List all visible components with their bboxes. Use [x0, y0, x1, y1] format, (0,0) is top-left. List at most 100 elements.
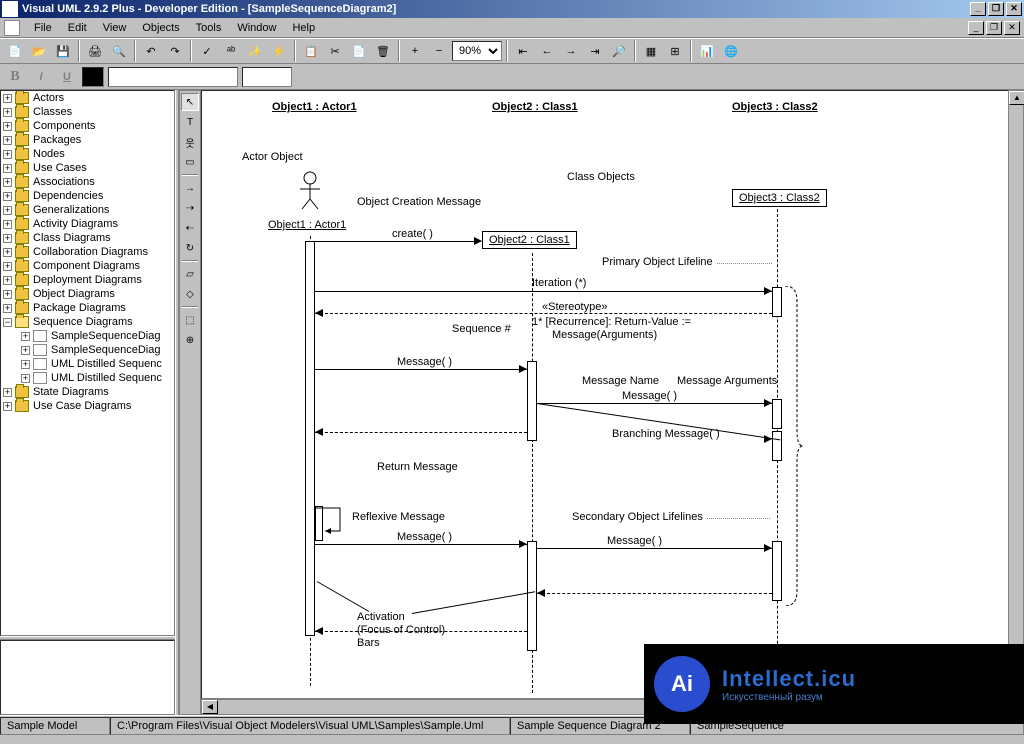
- async-message-tool[interactable]: ⇢: [181, 199, 199, 217]
- font-size-input[interactable]: [242, 67, 292, 87]
- text-tool[interactable]: T: [181, 113, 199, 131]
- message1[interactable]: [315, 369, 527, 370]
- delete-button[interactable]: 🗑: [372, 40, 394, 62]
- sync-message-tool[interactable]: →: [181, 179, 199, 197]
- chart-button[interactable]: 📊: [696, 40, 718, 62]
- tree-item[interactable]: +UML Distilled Sequenc: [19, 357, 174, 371]
- grid-button[interactable]: ⊞: [664, 40, 686, 62]
- tree-item[interactable]: +Use Cases: [1, 161, 174, 175]
- return2[interactable]: [537, 593, 772, 594]
- undo-button[interactable]: ↶: [140, 40, 162, 62]
- return-message-tool[interactable]: ⇠: [181, 219, 199, 237]
- layers-button[interactable]: ▦: [640, 40, 662, 62]
- menu-edit[interactable]: Edit: [60, 20, 95, 36]
- arrow4-button[interactable]: ⇥: [584, 40, 606, 62]
- italic-button[interactable]: I: [30, 66, 52, 88]
- activation-object3c[interactable]: [772, 431, 782, 461]
- zoom-select[interactable]: 90%: [452, 41, 502, 61]
- color-picker[interactable]: [82, 67, 104, 87]
- menu-tools[interactable]: Tools: [188, 20, 230, 36]
- activation-object2a[interactable]: [527, 361, 537, 441]
- self-message-tool[interactable]: ↻: [181, 239, 199, 257]
- tree-item[interactable]: +Deployment Diagrams: [1, 273, 174, 287]
- close-button[interactable]: ✕: [1006, 2, 1022, 16]
- diagram-canvas[interactable]: Object1 : Actor1 Object2 : Class1 Object…: [201, 90, 1024, 699]
- minus-button[interactable]: −: [428, 40, 450, 62]
- magic-button[interactable]: ⚡: [268, 40, 290, 62]
- tree-item[interactable]: +Classes: [1, 105, 174, 119]
- open-button[interactable]: 📂: [28, 40, 50, 62]
- tree-item[interactable]: +Use Case Diagrams: [1, 399, 174, 413]
- cut-button[interactable]: ✂: [324, 40, 346, 62]
- tree-item[interactable]: +Component Diagrams: [1, 259, 174, 273]
- tree-item[interactable]: −Sequence Diagrams: [1, 315, 174, 329]
- tree-item[interactable]: +Associations: [1, 175, 174, 189]
- constraint-tool[interactable]: ◇: [181, 285, 199, 303]
- reflexive-arrow[interactable]: [315, 503, 345, 543]
- font-family-input[interactable]: [108, 67, 238, 87]
- tree-item[interactable]: +Class Diagrams: [1, 231, 174, 245]
- object-tool[interactable]: ▭: [181, 153, 199, 171]
- save-button[interactable]: 💾: [52, 40, 74, 62]
- actor-icon[interactable]: [297, 171, 323, 211]
- activation-object3a[interactable]: [772, 287, 782, 317]
- paste-button[interactable]: 📄: [348, 40, 370, 62]
- scroll-left-button[interactable]: ◀: [202, 700, 218, 714]
- tree-item[interactable]: +Object Diagrams: [1, 287, 174, 301]
- tree-item[interactable]: +Activity Diagrams: [1, 217, 174, 231]
- redo-button[interactable]: ↷: [164, 40, 186, 62]
- activation-object2b[interactable]: [527, 541, 537, 651]
- copy-button[interactable]: 📋: [300, 40, 322, 62]
- tree-item[interactable]: +State Diagrams: [1, 385, 174, 399]
- tree-item[interactable]: +Packages: [1, 133, 174, 147]
- tree-item[interactable]: +SampleSequenceDiag: [19, 329, 174, 343]
- create-message[interactable]: [315, 241, 481, 242]
- arrow1-button[interactable]: ⇤: [512, 40, 534, 62]
- arrow2-button[interactable]: ←: [536, 40, 558, 62]
- vertical-scrollbar[interactable]: ▲ ▼: [1008, 90, 1024, 683]
- actor-tool[interactable]: 웃: [181, 133, 199, 151]
- pointer-tool[interactable]: ↖: [181, 93, 199, 111]
- message4[interactable]: [537, 548, 772, 549]
- tree-item[interactable]: +Dependencies: [1, 189, 174, 203]
- spell-button[interactable]: ᵃᵇ: [220, 40, 242, 62]
- menu-help[interactable]: Help: [284, 20, 323, 36]
- menu-view[interactable]: View: [95, 20, 135, 36]
- object3-box[interactable]: Object3 : Class2: [732, 189, 827, 207]
- web-button[interactable]: 🌐: [720, 40, 742, 62]
- message2[interactable]: [537, 403, 772, 404]
- iteration-return[interactable]: [315, 313, 772, 314]
- menu-window[interactable]: Window: [229, 20, 284, 36]
- tree-item[interactable]: +Components: [1, 119, 174, 133]
- minimize-button[interactable]: _: [970, 2, 986, 16]
- tree-item[interactable]: +SampleSequenceDiag: [19, 343, 174, 357]
- properties-panel[interactable]: [0, 640, 175, 715]
- package-tool[interactable]: ⬚: [181, 311, 199, 329]
- find-button[interactable]: 🔎: [608, 40, 630, 62]
- note-tool[interactable]: ▱: [181, 265, 199, 283]
- return-message[interactable]: [315, 432, 527, 433]
- menu-objects[interactable]: Objects: [134, 20, 187, 36]
- mdi-restore-button[interactable]: ❐: [986, 21, 1002, 35]
- tree-item[interactable]: +Package Diagrams: [1, 301, 174, 315]
- plus-button[interactable]: +: [404, 40, 426, 62]
- activation-object3d[interactable]: [772, 541, 782, 601]
- menu-file[interactable]: File: [26, 20, 60, 36]
- anchor-tool[interactable]: ⊕: [181, 331, 199, 349]
- tree-item[interactable]: +UML Distilled Sequenc: [19, 371, 174, 385]
- new-button[interactable]: 📄: [4, 40, 26, 62]
- bold-button[interactable]: B: [4, 66, 26, 88]
- tree-item[interactable]: +Generalizations: [1, 203, 174, 217]
- maximize-button[interactable]: ❐: [988, 2, 1004, 16]
- tree-item[interactable]: +Actors: [1, 91, 174, 105]
- underline-button[interactable]: U: [56, 66, 78, 88]
- activation-object1[interactable]: [305, 241, 315, 636]
- activation-object3b[interactable]: [772, 399, 782, 429]
- arrow3-button[interactable]: →: [560, 40, 582, 62]
- tree-item[interactable]: +Nodes: [1, 147, 174, 161]
- mdi-minimize-button[interactable]: _: [968, 21, 984, 35]
- wand-button[interactable]: ✨: [244, 40, 266, 62]
- scroll-up-button[interactable]: ▲: [1009, 91, 1024, 105]
- iteration-message[interactable]: [315, 291, 772, 292]
- message3[interactable]: [315, 544, 527, 545]
